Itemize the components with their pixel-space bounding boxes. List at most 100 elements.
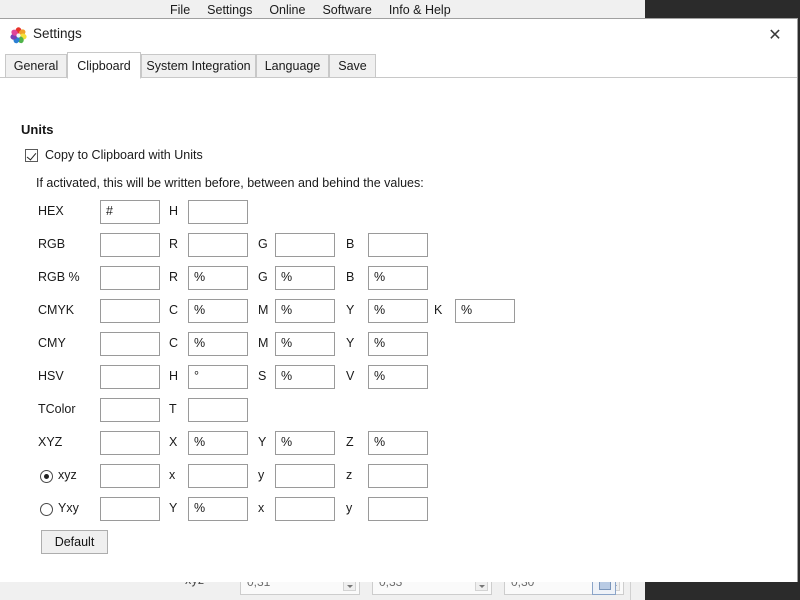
menu-item-file[interactable]: File [170,3,190,17]
input-rgb-percent-3[interactable]: % [368,266,428,290]
input-hsv-3[interactable]: % [368,365,428,389]
input-hsv-0[interactable] [100,365,160,389]
input-hsv-1[interactable]: ° [188,365,248,389]
tab-general[interactable]: General [5,54,67,78]
input-value: % [194,435,206,449]
units-hint-text: If activated, this will be written befor… [36,176,424,190]
input-value: % [461,303,473,317]
input-cmy-0[interactable] [100,332,160,356]
input-hex-0[interactable]: # [100,200,160,224]
copy-with-units-checkbox[interactable] [25,148,38,162]
screen: File Settings Online Software Info & Hel… [0,0,800,600]
input-xyz-lower-2[interactable] [275,464,335,488]
input-xyz-upper-3[interactable]: % [368,431,428,455]
copy-with-units-checkbox-row[interactable]: Copy to Clipboard with Units [25,148,203,162]
input-cmyk-4[interactable]: % [455,299,515,323]
units-row-label-hsv: HSV [38,369,64,383]
units-row-label-rgb-percent: RGB % [38,270,80,284]
dialog-title: Settings [33,26,82,41]
input-value: % [374,336,386,350]
tab-system-integration[interactable]: System Integration [141,54,256,78]
input-rgb-percent-1[interactable]: % [188,266,248,290]
input-xyz-upper-1[interactable]: % [188,431,248,455]
input-cmyk-0[interactable] [100,299,160,323]
input-yxy-2[interactable] [275,497,335,521]
separator-label-rgb-percent-3: B [346,270,355,284]
separator-label-xyz-upper-3: Z [346,435,354,449]
input-rgb-percent-0[interactable] [100,266,160,290]
input-rgb-0[interactable] [100,233,160,257]
input-xyz-lower-3[interactable] [368,464,428,488]
input-value: # [106,204,113,218]
tab-save[interactable]: Save [329,54,376,78]
input-xyz-lower-0[interactable] [100,464,160,488]
separator-label-rgb-1: R [169,237,179,251]
input-cmy-1[interactable]: % [188,332,248,356]
input-yxy-0[interactable] [100,497,160,521]
menu-item-settings[interactable]: Settings [207,3,252,17]
background-menubar: File Settings Online Software Info & Hel… [0,0,645,20]
input-value: % [281,369,293,383]
input-value: % [194,303,206,317]
input-value: ° [194,369,199,383]
separator-label-tcolor-1: T [169,402,177,416]
separator-label-xyz-lower-3: z [346,468,353,482]
separator-label-rgb-percent-1: R [169,270,179,284]
separator-label-hsv-3: V [346,369,355,383]
units-row-rgb-percent: RGB % R% G% B% [0,266,560,290]
input-rgb-3[interactable] [368,233,428,257]
dialog-titlebar: Settings ✕ [0,19,797,53]
default-button[interactable]: Default [41,530,108,554]
separator-label-xyz-upper-1: X [169,435,178,449]
input-value: % [374,435,386,449]
radio-yxy[interactable] [40,503,53,516]
input-yxy-1[interactable]: % [188,497,248,521]
tab-language[interactable]: Language [256,54,329,78]
menu-item-info-help[interactable]: Info & Help [389,3,451,17]
input-cmyk-2[interactable]: % [275,299,335,323]
input-xyz-upper-2[interactable]: % [275,431,335,455]
separator-label-xyz-lower-1: x [169,468,176,482]
separator-label-rgb-2: G [258,237,268,251]
input-value: % [281,336,293,350]
menu-item-online[interactable]: Online [269,3,305,17]
separator-label-cmy-3: Y [346,336,355,350]
separator-label-hsv-2: S [258,369,267,383]
separator-label-yxy-1: Y [169,501,178,515]
input-value: % [374,369,386,383]
input-rgb-1[interactable] [188,233,248,257]
input-cmy-2[interactable]: % [275,332,335,356]
input-value: % [281,270,293,284]
input-cmyk-1[interactable]: % [188,299,248,323]
separator-label-yxy-2: x [258,501,265,515]
input-xyz-upper-0[interactable] [100,431,160,455]
input-hsv-2[interactable]: % [275,365,335,389]
tab-clipboard[interactable]: Clipboard [67,52,141,79]
separator-label-cmyk-2: M [258,303,269,317]
input-value: % [194,336,206,350]
units-row-rgb: RGB R G B [0,233,560,257]
input-tcolor-1[interactable] [188,398,248,422]
input-xyz-lower-1[interactable] [188,464,248,488]
input-rgb-2[interactable] [275,233,335,257]
input-tcolor-0[interactable] [100,398,160,422]
separator-label-hex-1: H [169,204,179,218]
close-icon[interactable]: ✕ [753,19,797,51]
separator-label-cmyk-1: C [169,303,179,317]
units-row-tcolor: TColor T [0,398,560,422]
units-row-label-hex: HEX [38,204,64,218]
units-row-label-cmy: CMY [38,336,66,350]
input-cmy-3[interactable]: % [368,332,428,356]
input-yxy-3[interactable] [368,497,428,521]
units-row-cmy: CMY C% M% Y% [0,332,560,356]
input-hex-1[interactable] [188,200,248,224]
units-row-label-tcolor: TColor [38,402,76,416]
units-row-xyz-upper: XYZ X% Y% Z% [0,431,560,455]
radio-xyz-lower[interactable] [40,470,53,483]
dialog-body: Units Copy to Clipboard with Units If ac… [0,78,797,582]
input-rgb-percent-2[interactable]: % [275,266,335,290]
tab-strip: General Clipboard System Integration Lan… [0,52,797,79]
settings-dialog: Settings ✕ General Clipboard System Inte… [0,18,798,582]
menu-item-software[interactable]: Software [322,3,371,17]
input-cmyk-3[interactable]: % [368,299,428,323]
